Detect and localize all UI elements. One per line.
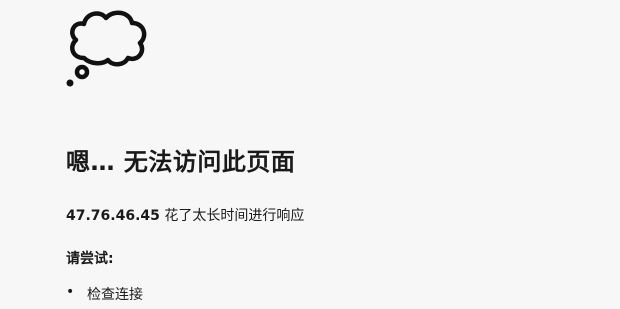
page-title: 嗯… 无法访问此页面 xyxy=(66,148,296,176)
error-message: 47.76.46.45 花了太长时间进行响应 xyxy=(66,205,304,225)
error-page: 嗯… 无法访问此页面 47.76.46.45 花了太长时间进行响应 请尝试: •… xyxy=(0,0,620,309)
suggestions-list: • 检查连接 xyxy=(66,284,143,304)
error-description: 花了太长时间进行响应 xyxy=(164,208,305,224)
thought-cloud-icon xyxy=(66,10,147,87)
list-item: • 检查连接 xyxy=(66,284,143,304)
suggestion-check-connection: 检查连接 xyxy=(87,287,143,303)
host-address: 47.76.46.45 xyxy=(66,208,160,224)
bullet-icon: • xyxy=(66,284,75,300)
suggestions-heading: 请尝试: xyxy=(66,251,114,267)
